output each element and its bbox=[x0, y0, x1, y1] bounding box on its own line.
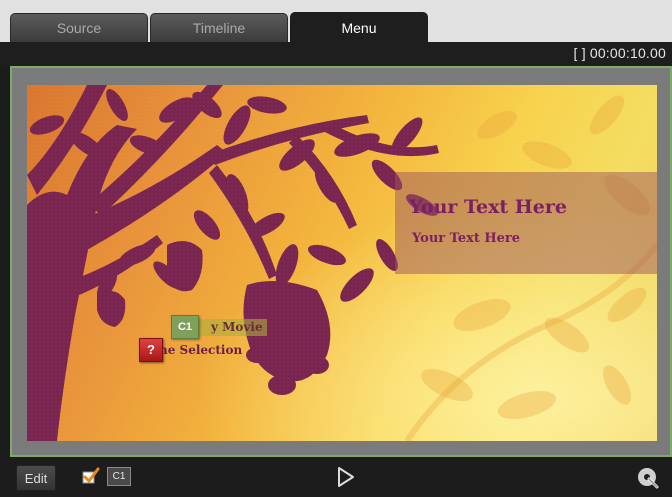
menu-subtitle-text[interactable]: Your Text Here bbox=[412, 231, 520, 246]
edit-button[interactable]: Edit bbox=[16, 465, 56, 491]
app-window: Source Timeline Menu [ ] 00:00:10.00 You… bbox=[0, 0, 672, 497]
timecode-value: 00:00:10.00 bbox=[589, 45, 666, 61]
chapter-chip[interactable]: C1 bbox=[107, 467, 131, 486]
tab-menu[interactable]: Menu bbox=[290, 12, 428, 43]
play-icon[interactable] bbox=[336, 466, 356, 488]
text-band-overlay bbox=[395, 172, 657, 274]
menu-button-scene-selection[interactable]: ne Selection bbox=[159, 343, 242, 357]
menu-button-play-movie[interactable]: y Movie bbox=[197, 319, 267, 336]
unlinked-button-badge[interactable]: ? bbox=[139, 338, 163, 362]
tab-timeline[interactable]: Timeline bbox=[150, 13, 288, 42]
tab-bar: Source Timeline Menu bbox=[0, 0, 672, 43]
menu-preview[interactable]: Your Text Here Your Text Here y Movie ne… bbox=[27, 85, 657, 441]
menu-title-text[interactable]: Your Text Here bbox=[409, 196, 567, 218]
inout-brackets: [ ] bbox=[573, 45, 586, 61]
preview-header: [ ] 00:00:10.00 bbox=[0, 42, 672, 66]
chapter-link-badge[interactable]: C1 bbox=[171, 315, 199, 339]
bottom-toolbar: Edit C1 bbox=[0, 457, 672, 497]
menu-preview-frame: Your Text Here Your Text Here y Movie ne… bbox=[10, 66, 672, 457]
timecode-display: [ ] 00:00:10.00 bbox=[574, 45, 666, 61]
checkmark-icon[interactable] bbox=[82, 467, 100, 485]
disc-burn-icon[interactable] bbox=[637, 467, 659, 489]
tab-source[interactable]: Source bbox=[10, 13, 148, 42]
